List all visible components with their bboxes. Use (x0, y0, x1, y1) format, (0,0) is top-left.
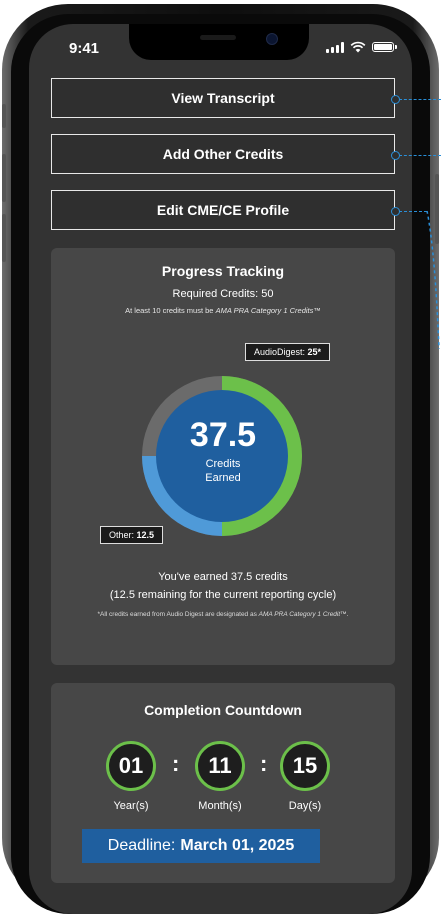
annotation-line (399, 155, 441, 156)
deadline-banner: Deadline: March 01, 2025 (82, 829, 320, 863)
progress-title: Progress Tracking (161, 263, 285, 279)
front-camera (266, 33, 278, 45)
years-label: Year(s) (113, 800, 149, 812)
days-label: Day(s) (288, 800, 322, 812)
credits-total: 37.5 (189, 416, 257, 454)
credits-label-line1: Credits (205, 458, 241, 470)
status-time: 9:41 (69, 40, 100, 57)
audiodigest-tooltip: AudioDigest: 25* (245, 343, 331, 361)
countdown-days: 15 (280, 741, 330, 791)
countdown-years: 01 (106, 741, 156, 791)
app-screen: 9:41 View Transcript Add Other Credits E… (29, 24, 412, 914)
remaining-summary: (12.5 remaining for the current reportin… (109, 589, 337, 601)
status-icons (326, 41, 397, 53)
donut-center (156, 390, 288, 522)
add-other-credits-button[interactable]: Add Other Credits (51, 134, 395, 174)
countdown-months: 11 (195, 741, 245, 791)
speaker-grille (200, 35, 236, 40)
other-credits-tooltip: Other: 12.5 (100, 526, 164, 544)
annotation-curve (426, 210, 440, 350)
edit-profile-button[interactable]: Edit CME/CE Profile (51, 190, 395, 230)
months-label: Month(s) (198, 800, 242, 812)
annotation-dot (391, 95, 400, 104)
volume-down-button (2, 214, 6, 262)
required-credits: Required Credits: 50 (172, 288, 274, 300)
credits-donut-chart (142, 376, 302, 536)
annotation-line (399, 211, 427, 212)
requirement-note: At least 10 credits must be AMA PRA Cate… (125, 306, 321, 315)
countdown-separator: : (260, 751, 268, 776)
cellular-signal-icon (326, 41, 344, 53)
mute-switch (2, 104, 6, 128)
progress-tracking-card: Progress Tracking Required Credits: 50 A… (51, 248, 395, 665)
credits-label-line2: Earned (205, 472, 241, 484)
credits-summary: You've earned 37.5 credits (158, 571, 288, 583)
view-transcript-button[interactable]: View Transcript (51, 78, 395, 118)
notch (129, 24, 309, 60)
countdown-separator: : (172, 751, 180, 776)
countdown-title: Completion Countdown (144, 702, 302, 718)
annotation-dot (391, 151, 400, 160)
volume-up-button (2, 154, 6, 202)
credits-footnote: *All credits earned from Audio Digest ar… (97, 611, 349, 618)
annotation-dot (391, 207, 400, 216)
wifi-icon (350, 41, 366, 53)
battery-icon (372, 42, 397, 52)
annotation-line (399, 99, 441, 100)
